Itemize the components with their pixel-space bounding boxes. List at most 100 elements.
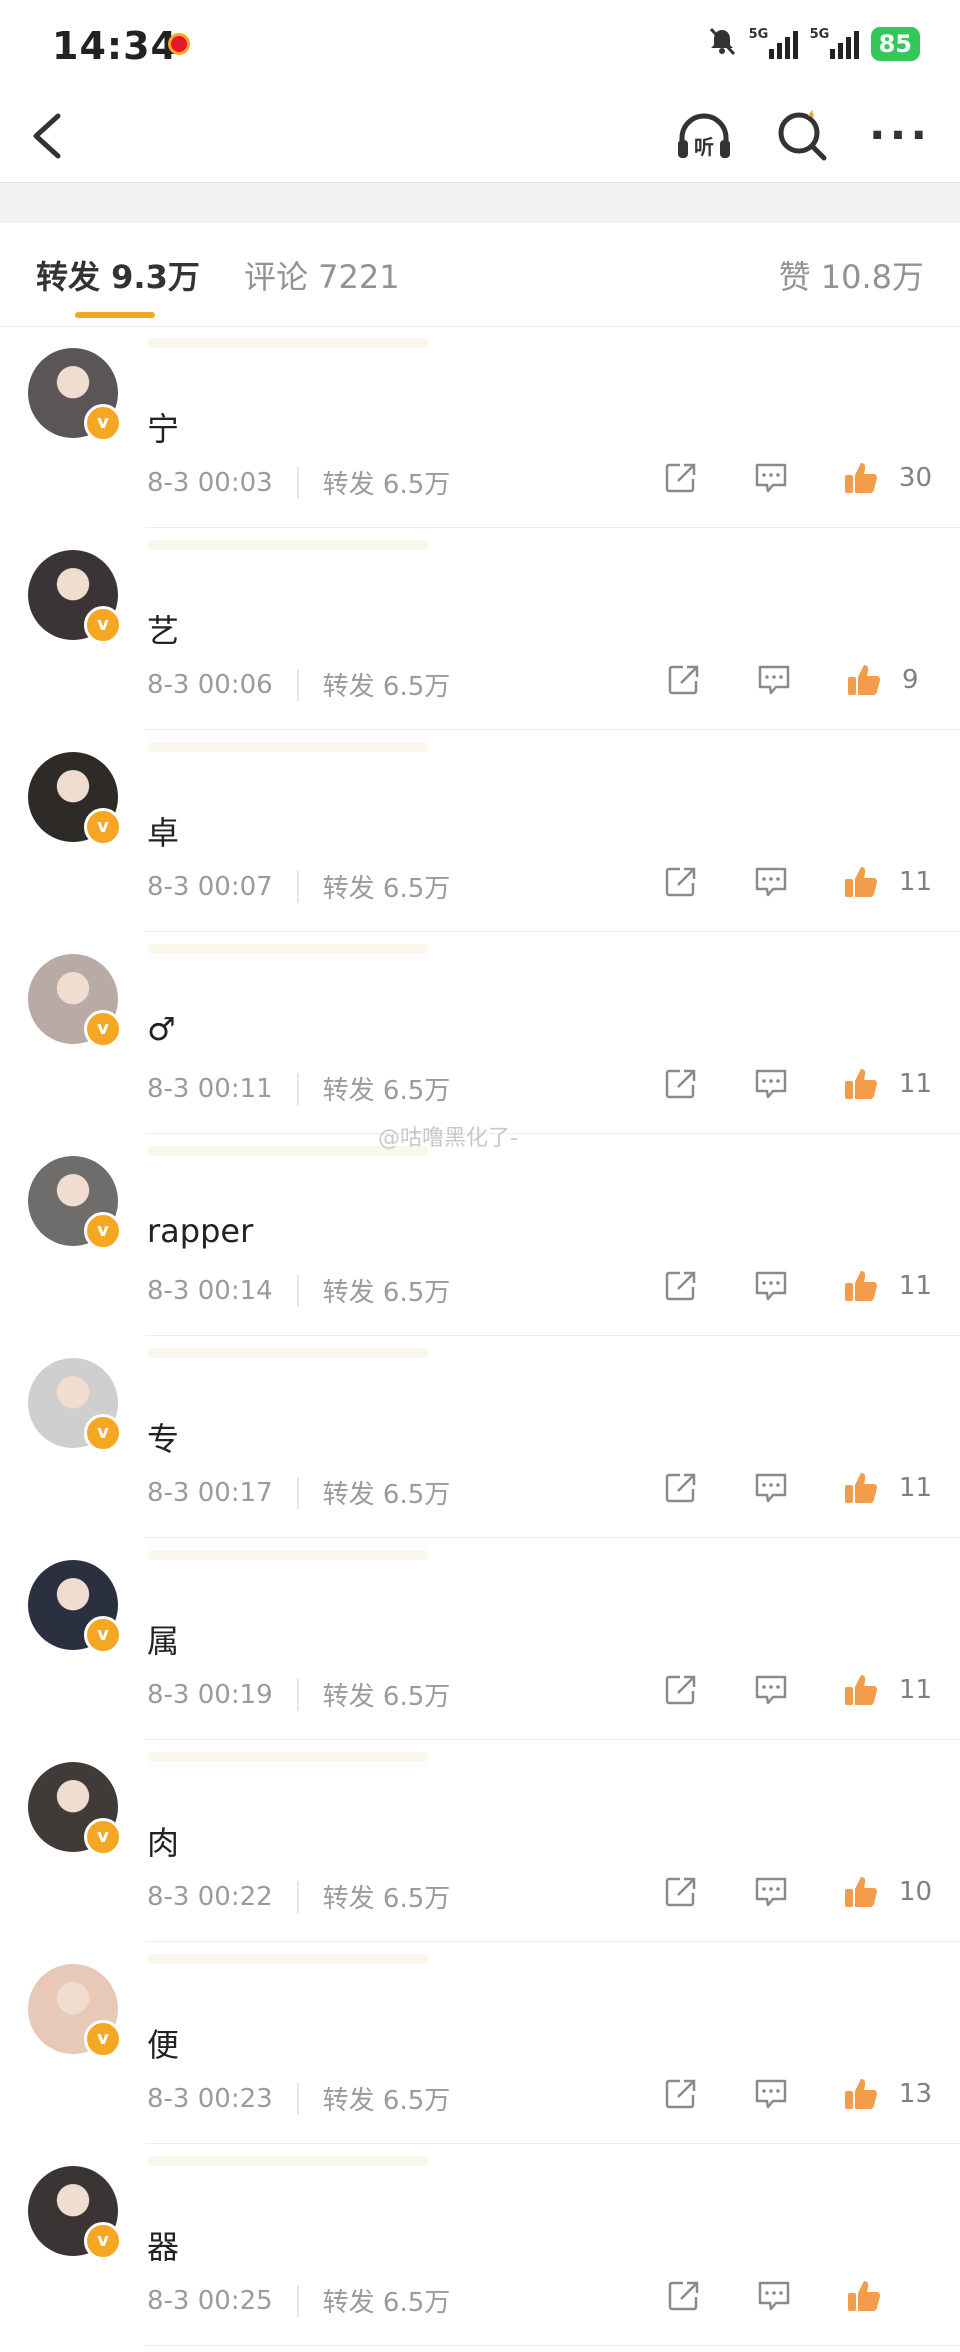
share-button[interactable]	[657, 1060, 705, 1108]
tab-likes[interactable]: 赞 10.8万	[779, 252, 924, 298]
comment-button[interactable]	[750, 656, 798, 704]
repost-item[interactable]: v 宁 8-3 00:03 转发 6.5万 30	[0, 326, 960, 528]
share-button[interactable]	[660, 2272, 708, 2320]
like-count: 13	[898, 2079, 932, 2109]
action-row	[618, 2272, 932, 2320]
share-icon	[665, 1473, 696, 1503]
comment-button[interactable]	[747, 454, 795, 502]
share-icon	[665, 1069, 696, 1099]
repost-item[interactable]: v rapper 8-3 00:14 转发 6.5万 11	[0, 1134, 960, 1336]
comment-icon	[755, 1271, 787, 1301]
share-icon	[668, 665, 699, 695]
share-button[interactable]	[657, 454, 705, 502]
repost-content: 肉	[147, 1824, 180, 1862]
like-count: 30	[898, 463, 932, 493]
like-count: 11	[898, 1473, 932, 1503]
repost-meta: 8-3 00:07 转发 6.5万	[147, 868, 450, 905]
repost-item[interactable]: v 艺 8-3 00:06 转发 6.5万 9	[0, 528, 960, 730]
repost-meta: 8-3 00:11 转发 6.5万	[147, 1070, 450, 1107]
share-button[interactable]	[657, 1464, 705, 1512]
tab-reposts[interactable]: 转发 9.3万	[36, 252, 200, 298]
action-row: 11	[615, 1060, 932, 1108]
repost-item[interactable]: v 卓 8-3 00:07 转发 6.5万 11	[0, 730, 960, 932]
meta-divider	[296, 1072, 299, 1105]
meta-divider	[296, 2284, 299, 2317]
comment-icon	[758, 665, 790, 695]
like-button[interactable]	[837, 858, 885, 906]
status-time: 14:34	[52, 24, 178, 68]
like-button[interactable]	[837, 1464, 885, 1512]
comment-button[interactable]	[747, 1464, 795, 1512]
comment-button[interactable]	[747, 1060, 795, 1108]
username-placeholder	[148, 338, 428, 348]
repost-time: 8-3 00:22	[147, 1881, 273, 1912]
comment-button[interactable]	[750, 2272, 798, 2320]
listen-button[interactable]: 听	[672, 104, 736, 168]
meta-divider	[296, 1274, 299, 1307]
like-button[interactable]	[840, 656, 888, 704]
verified-badge-icon: v	[84, 404, 122, 442]
like-count: 9	[902, 665, 919, 695]
like-count: 11	[898, 867, 932, 897]
like-button[interactable]	[840, 2272, 888, 2320]
action-row: 30	[615, 454, 932, 502]
like-button[interactable]	[837, 1262, 885, 1310]
search-button[interactable]	[770, 104, 834, 168]
like-count: 11	[898, 1069, 932, 1099]
share-button[interactable]	[657, 2070, 705, 2118]
verified-badge-icon: v	[84, 1212, 122, 1250]
like-button[interactable]	[837, 1060, 885, 1108]
share-button[interactable]	[660, 656, 708, 704]
comment-button[interactable]	[747, 858, 795, 906]
comment-button[interactable]	[747, 1262, 795, 1310]
repost-item[interactable]: v 器 8-3 00:25 转发 6.5万	[0, 2144, 960, 2346]
like-button[interactable]	[837, 1868, 885, 1916]
username-placeholder	[148, 2156, 428, 2166]
comment-button[interactable]	[747, 1868, 795, 1916]
repost-item[interactable]: v 专 8-3 00:17 转发 6.5万 11	[0, 1336, 960, 1538]
repost-count: 转发 6.5万	[322, 1682, 451, 1712]
status-bar: 14:34 5G 5G 85	[0, 0, 960, 90]
back-button[interactable]	[28, 106, 68, 166]
more-options-button[interactable]: ···	[868, 104, 932, 168]
meta-divider	[296, 2082, 299, 2115]
repost-item[interactable]: v 属 8-3 00:19 转发 6.5万 11	[0, 1538, 960, 1740]
tab-comments[interactable]: 评论 7221	[244, 252, 400, 298]
comment-icon	[755, 867, 787, 897]
comment-button[interactable]	[747, 1666, 795, 1714]
share-icon	[665, 867, 696, 897]
repost-meta: 8-3 00:23 转发 6.5万	[147, 2080, 450, 2117]
share-button[interactable]	[657, 1868, 705, 1916]
share-button[interactable]	[657, 1262, 705, 1310]
like-button[interactable]	[837, 454, 885, 502]
verified-badge-icon: v	[84, 1818, 122, 1856]
nav-bar: 听 ···	[0, 90, 960, 182]
repost-content: 专	[147, 1420, 180, 1458]
repost-count: 转发 6.5万	[322, 2086, 451, 2116]
comment-button[interactable]	[747, 2070, 795, 2118]
repost-time: 8-3 00:03	[147, 467, 273, 498]
like-button[interactable]	[837, 2070, 885, 2118]
like-count: 11	[898, 1675, 932, 1705]
share-button[interactable]	[657, 1666, 705, 1714]
verified-badge-icon: v	[84, 808, 122, 846]
repost-content: 属	[147, 1622, 180, 1660]
like-button[interactable]	[837, 1666, 885, 1714]
repost-count: 转发 6.5万	[322, 874, 451, 904]
repost-time: 8-3 00:17	[147, 1477, 273, 1508]
repost-item[interactable]: v ♂ 8-3 00:11 转发 6.5万 11	[0, 932, 960, 1134]
repost-item[interactable]: v 便 8-3 00:23 转发 6.5万 13	[0, 1942, 960, 2144]
action-row: 9	[618, 656, 932, 704]
repost-time: 8-3 00:25	[147, 2285, 273, 2316]
share-button[interactable]	[657, 858, 705, 906]
repost-count: 转发 6.5万	[322, 1076, 451, 1106]
action-row: 11	[615, 858, 932, 906]
tab-bar: 转发 9.3万 评论 7221 赞 10.8万	[0, 222, 960, 327]
repost-item[interactable]: v 肉 8-3 00:22 转发 6.5万 10	[0, 1740, 960, 1942]
share-icon	[665, 2079, 696, 2109]
meta-divider	[296, 668, 299, 701]
search-icon	[778, 110, 827, 161]
thumbs-up-icon	[844, 867, 877, 897]
comment-icon	[755, 1675, 787, 1705]
repost-list: v 宁 8-3 00:03 转发 6.5万 30 v 艺 8-3 00:06 转…	[0, 326, 960, 2346]
